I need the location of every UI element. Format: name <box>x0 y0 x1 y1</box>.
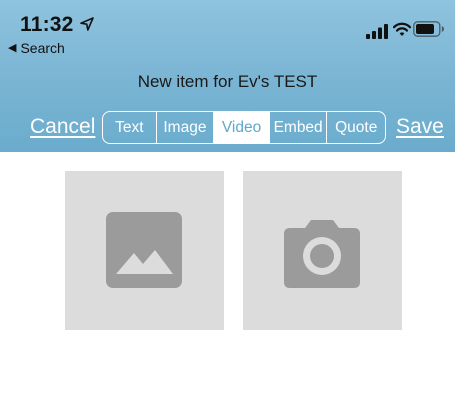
segment-quote[interactable]: Quote <box>327 112 385 143</box>
segment-image[interactable]: Image <box>157 112 215 143</box>
signal-bars-icon <box>366 24 388 39</box>
camera-icon <box>284 220 360 288</box>
photo-library-icon <box>106 212 182 288</box>
wifi-icon <box>393 22 411 36</box>
save-button[interactable]: Save <box>396 115 444 139</box>
segment-text[interactable]: Text <box>103 112 157 143</box>
take-photo-button[interactable] <box>243 171 402 330</box>
page-title: New item for Ev's TEST <box>137 72 318 91</box>
location-arrow-icon <box>80 17 94 31</box>
back-triangle-icon: ◀ <box>8 42 17 54</box>
cancel-button[interactable]: Cancel <box>30 115 95 139</box>
status-time: 11:32 <box>20 13 74 36</box>
back-search-label: Search <box>20 40 65 56</box>
battery-icon <box>413 21 444 37</box>
segment-embed[interactable]: Embed <box>270 112 328 143</box>
segment-video[interactable]: Video <box>214 112 270 143</box>
navigation-header: 11:32 ◀ Search New item for Ev's TEST Ca… <box>0 0 455 152</box>
choose-from-library-button[interactable] <box>65 171 224 330</box>
content-type-segmented-control: Text Image Video Embed Quote <box>102 111 386 144</box>
back-to-search[interactable]: ◀ Search <box>8 40 65 56</box>
